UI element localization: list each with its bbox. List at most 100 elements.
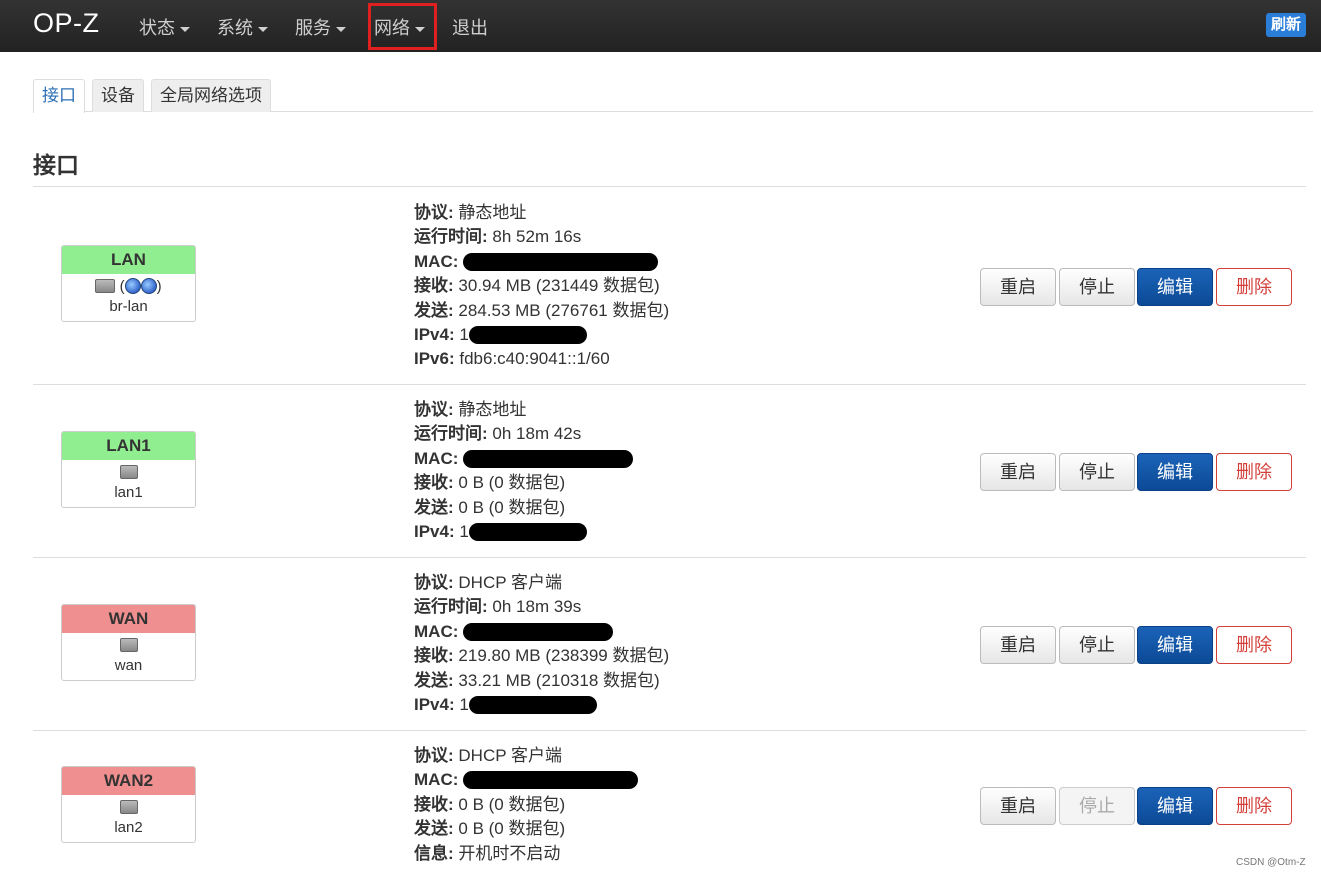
nav-system-menu[interactable]: 系统 [217,14,268,40]
redacted-value [468,523,587,542]
stop-button[interactable]: 停止 [1059,453,1135,491]
interface-device: lan2 [114,819,143,836]
delete-button[interactable]: 删除 [1216,626,1292,664]
interface-icons: () [62,274,195,298]
info-key: 运行时间: [414,424,488,444]
restart-button[interactable]: 重启 [980,626,1056,664]
interface-info: 协议: 静态地址 运行时间: 8h 52m 16s MAC: 接收: 30.94… [414,201,669,372]
interface-name: WAN2 [62,767,195,795]
nav-system-label: 系统 [217,18,253,38]
info-key: 运行时间: [414,597,488,617]
info-key: 接收: [414,473,454,493]
info-key: 发送: [414,497,454,517]
interface-name: LAN1 [62,432,195,460]
info-value: 开机时不启动 [458,843,561,863]
delete-button[interactable]: 删除 [1216,453,1292,491]
delete-button[interactable]: 删除 [1216,268,1292,306]
interface-badge: WAN2 lan2 [61,766,196,843]
restart-button[interactable]: 重启 [980,268,1056,306]
info-value: 284.53 MB (276761 数据包) [458,300,670,320]
refresh-badge[interactable]: 刷新 [1266,13,1306,37]
nav-services-menu[interactable]: 服务 [295,14,346,40]
redacted-value [463,771,639,790]
info-key: 接收: [414,646,454,666]
info-value: DHCP 客户端 [458,746,562,765]
info-value: 33.21 MB (210318 数据包) [458,670,660,690]
brand-logo[interactable]: OP-Z [33,8,100,39]
info-value: 0 B (0 数据包) [458,794,566,814]
redacted-value [468,696,597,715]
top-navbar: OP-Z 状态 系统 服务 网络 退出 刷新 [0,0,1321,52]
info-value: 0 B (0 数据包) [458,819,566,839]
info-key: 发送: [414,300,454,320]
globe-icon [124,278,141,294]
edit-button[interactable]: 编辑 [1137,268,1213,306]
ethernet-port-icon [119,638,138,652]
interface-row-wan2: WAN2 lan2 协议: DHCP 客户端 MAC: 接收: 0 B (0 数… [33,730,1306,878]
interface-name: LAN [62,246,195,274]
info-key: IPv4: [414,695,455,715]
info-value: 静态地址 [458,400,527,419]
tab-global-network-options[interactable]: 全局网络选项 [151,79,271,112]
info-value: 静态地址 [458,203,527,222]
redacted-value [463,252,659,271]
chevron-down-icon [258,26,268,32]
redacted-value [463,622,614,641]
info-key: 接收: [414,276,454,296]
edit-button[interactable]: 编辑 [1137,626,1213,664]
interface-badge: LAN () br-lan [61,245,196,322]
info-value: 8h 52m 16s [492,227,582,247]
info-key: 运行时间: [414,227,488,247]
highlight-annotation-box [368,3,437,50]
stop-button[interactable]: 停止 [1059,787,1135,825]
info-key: 发送: [414,819,454,839]
chevron-down-icon [336,26,346,32]
edit-button[interactable]: 编辑 [1137,453,1213,491]
redacted-value [468,326,587,345]
delete-button[interactable]: 删除 [1216,787,1292,825]
interface-device: wan [114,657,143,674]
info-key: MAC: [414,448,459,468]
tab-interfaces[interactable]: 接口 [33,79,85,113]
interface-icons [62,460,195,484]
tab-devices[interactable]: 设备 [92,79,144,112]
page-title: 接口 [33,152,79,178]
info-value: 0 B (0 数据包) [458,473,566,493]
restart-button[interactable]: 重启 [980,787,1056,825]
stop-button[interactable]: 停止 [1059,626,1135,664]
interface-info: 协议: DHCP 客户端 运行时间: 0h 18m 39s MAC: 接收: 2… [414,571,669,717]
restart-button[interactable]: 重启 [980,453,1056,491]
info-key: IPv6: [414,349,455,369]
info-value: 219.80 MB (238399 数据包) [458,646,670,666]
nav-status-menu[interactable]: 状态 [139,14,190,40]
info-value: 1 [459,325,469,345]
interface-device: lan1 [114,484,143,501]
redacted-value [463,449,634,468]
info-value: 1 [459,522,469,542]
info-key: 协议: [414,203,454,222]
tab-bar: 接口 设备 全局网络选项 [33,79,1313,113]
ethernet-port-icon [119,800,138,814]
nav-logout-link[interactable]: 退出 [452,14,488,40]
interface-info: 协议: 静态地址 运行时间: 0h 18m 42s MAC: 接收: 0 B (… [414,398,634,544]
interface-row-lan1: LAN1 lan1 协议: 静态地址 运行时间: 0h 18m 42s MAC:… [33,384,1306,557]
interface-device: br-lan [109,298,148,315]
watermark: CSDN @Otm-Z [1236,857,1306,868]
info-value: 0h 18m 42s [492,424,582,444]
info-key: IPv4: [414,522,455,542]
nav-logout-label: 退出 [452,18,488,38]
info-value: 1 [459,695,469,715]
info-key: MAC: [414,770,459,790]
info-value: DHCP 客户端 [458,573,562,592]
info-key: 发送: [414,670,454,690]
stop-button[interactable]: 停止 [1059,268,1135,306]
info-value: fdb6:c40:9041::1/60 [459,349,610,369]
info-key: 协议: [414,573,454,592]
interface-info: 协议: DHCP 客户端 MAC: 接收: 0 B (0 数据包) 发送: 0 … [414,744,639,866]
interface-name: WAN [62,605,195,633]
info-key: 信息: [414,843,454,863]
interface-row-lan: LAN () br-lan 协议: 静态地址 运行时间: 8h 52m 16s … [33,186,1306,384]
info-value: 30.94 MB (231449 数据包) [458,276,660,296]
edit-button[interactable]: 编辑 [1137,787,1213,825]
globe-icon [140,278,157,294]
